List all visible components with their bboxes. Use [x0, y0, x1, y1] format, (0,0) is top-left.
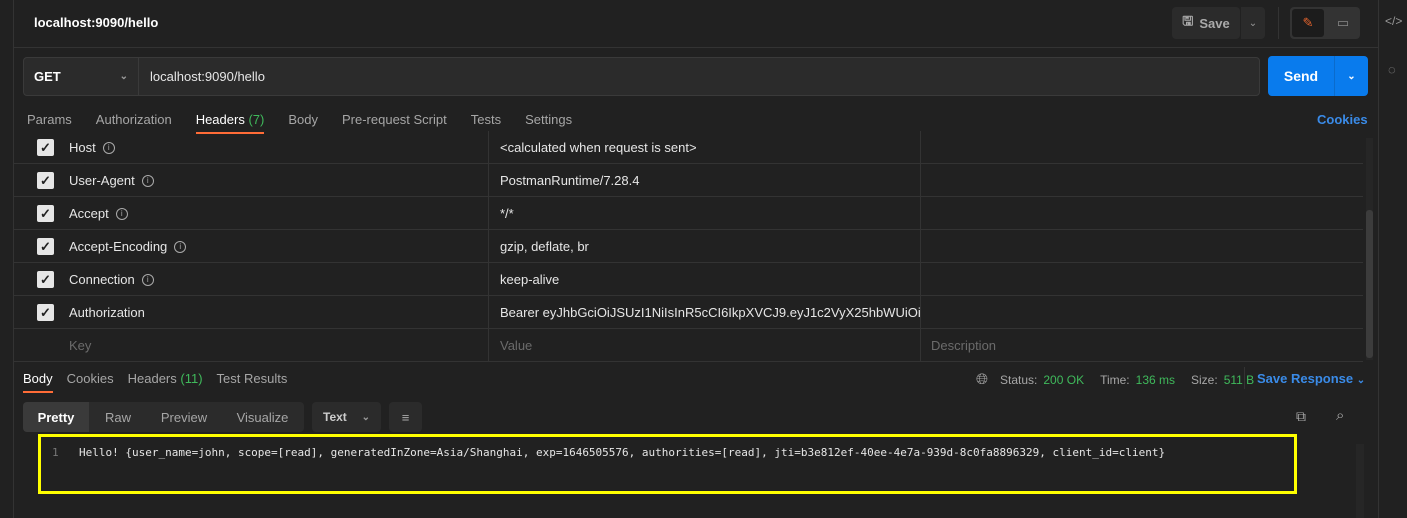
response-body-text[interactable]: Hello! {user_name=john, scope=[read], ge… [79, 446, 1165, 459]
scrollbar[interactable] [1356, 444, 1364, 518]
view-preview[interactable]: Preview [147, 402, 221, 432]
cookies-link[interactable]: Cookies [1317, 112, 1368, 127]
tab-test-results[interactable]: Test Results [217, 371, 288, 386]
header-row: ✓ Accept-Encoding i gzip, deflate, br [14, 230, 1363, 263]
send-button[interactable]: Send ⌄ [1268, 56, 1368, 96]
headers-table: ✓ Host i <calculated when request is sent… [14, 131, 1363, 362]
save-button[interactable]: 🖫 Save [1172, 7, 1240, 39]
right-sidebar: </> ◌ [1378, 0, 1407, 518]
view-visualize[interactable]: Visualize [221, 402, 304, 432]
method-select[interactable]: GET ⌄ [24, 58, 139, 95]
header-value[interactable]: Bearer eyJhbGciOiJSUzI1NiIsInR5cCI6IkpXV… [488, 296, 920, 329]
view-mode-group: Pretty Raw Preview Visualize [23, 402, 304, 432]
header-row: ✓ Accept i */* [14, 197, 1363, 230]
view-pretty[interactable]: Pretty [23, 402, 89, 432]
save-dropdown-button[interactable]: ⌄ [1241, 7, 1265, 39]
header-value[interactable]: keep-alive [488, 263, 920, 296]
header-description[interactable] [920, 263, 1363, 296]
header-description[interactable] [920, 164, 1363, 197]
scrollbar-thumb[interactable] [1366, 210, 1373, 358]
copy-icon[interactable]: ⧉ [1296, 408, 1306, 425]
lightbulb-icon[interactable]: ◌ [1388, 62, 1396, 77]
response-tabs: Body Cookies Headers (11) Test Results [23, 371, 288, 393]
header-value[interactable]: */* [488, 197, 920, 230]
tab-tests[interactable]: Tests [471, 112, 501, 127]
response-time[interactable]: 136 ms [1136, 373, 1175, 387]
request-title: localhost:9090/hello [34, 15, 159, 30]
tab-headers[interactable]: Headers (7) [195, 112, 264, 134]
format-select[interactable]: Text ⌄ [312, 402, 381, 432]
info-icon[interactable]: i [141, 273, 154, 286]
header-row: ✓ Authorization Bearer eyJhbGciOiJSUzI1N… [14, 296, 1363, 329]
header-value[interactable]: <calculated when request is sent> [488, 131, 920, 164]
key-input[interactable]: Key [69, 329, 489, 362]
code-icon[interactable]: </> [1385, 14, 1402, 28]
send-dropdown-chevron-icon[interactable]: ⌄ [1335, 56, 1368, 96]
tab-body[interactable]: Body [288, 112, 318, 127]
tab-response-cookies[interactable]: Cookies [67, 371, 114, 386]
tab-settings[interactable]: Settings [525, 112, 572, 127]
edit-pencil-icon[interactable]: ✎ [1292, 9, 1324, 37]
checkbox[interactable]: ✓ [37, 205, 54, 222]
response-meta: 🌐︎ Status: 200 OK Time: 136 ms Size: 511 B [976, 371, 1255, 388]
search-icon[interactable]: ⌕ [1336, 407, 1344, 424]
status-code[interactable]: 200 OK [1043, 373, 1084, 387]
header-value[interactable]: PostmanRuntime/7.28.4 [488, 164, 920, 197]
tab-params[interactable]: Params [27, 112, 72, 127]
checkbox[interactable]: ✓ [37, 271, 54, 288]
save-response-button[interactable]: Save Response ⌄ [1257, 371, 1365, 386]
url-input[interactable]: localhost:9090/hello [139, 58, 265, 95]
header-key[interactable]: User-Agent i [69, 164, 489, 197]
tab-response-body[interactable]: Body [23, 371, 53, 393]
header-description[interactable] [920, 131, 1363, 164]
info-icon[interactable]: i [115, 207, 128, 220]
wrap-lines-icon[interactable]: ≡ [389, 402, 422, 432]
comment-icon[interactable]: ▭ [1328, 9, 1358, 37]
left-sidebar [0, 0, 14, 518]
tab-pre-request-script[interactable]: Pre-request Script [342, 112, 447, 127]
value-input[interactable]: Value [488, 329, 920, 362]
info-icon[interactable]: i [174, 240, 187, 253]
description-input[interactable]: Description [920, 329, 1363, 362]
divider [14, 47, 1378, 48]
header-description[interactable] [920, 197, 1363, 230]
header-description[interactable] [920, 296, 1363, 329]
tab-response-headers[interactable]: Headers (11) [128, 371, 203, 386]
checkbox[interactable]: ✓ [37, 139, 54, 156]
header-row: ✓ Connection i keep-alive [14, 263, 1363, 296]
header-row: ✓ User-Agent i PostmanRuntime/7.28.4 [14, 164, 1363, 197]
line-number: 1 [52, 446, 59, 459]
request-bar: GET ⌄ localhost:9090/hello [23, 57, 1260, 96]
checkbox[interactable]: ✓ [37, 238, 54, 255]
info-icon[interactable]: i [141, 174, 154, 187]
globe-icon[interactable]: 🌐︎ [976, 371, 988, 388]
chevron-down-icon: ⌄ [1356, 375, 1366, 386]
header-value[interactable]: gzip, deflate, br [488, 230, 920, 263]
tab-authorization[interactable]: Authorization [96, 112, 172, 127]
header-row: ✓ Host i <calculated when request is sent… [14, 131, 1363, 164]
divider [1278, 7, 1279, 39]
chevron-down-icon: ⌄ [361, 411, 370, 423]
view-raw[interactable]: Raw [89, 402, 147, 432]
highlight-box [38, 434, 1297, 494]
header-key[interactable]: Accept-Encoding i [69, 230, 489, 263]
header-key[interactable]: Connection i [69, 263, 489, 296]
request-tabs: Params Authorization Headers (7) Body Pr… [27, 112, 572, 134]
checkbox[interactable]: ✓ [37, 172, 54, 189]
info-icon[interactable]: i [102, 141, 115, 154]
save-icon: 🖫 [1182, 13, 1194, 28]
response-size[interactable]: 511 B [1224, 373, 1254, 387]
header-key[interactable]: Host i [69, 131, 489, 164]
header-key[interactable]: Authorization [69, 296, 489, 329]
checkbox[interactable]: ✓ [37, 304, 54, 321]
divider [1244, 367, 1245, 389]
chevron-down-icon: ⌄ [119, 71, 128, 82]
new-header-row: Key Value Description [14, 329, 1363, 362]
header-description[interactable] [920, 230, 1363, 263]
header-key[interactable]: Accept i [69, 197, 489, 230]
